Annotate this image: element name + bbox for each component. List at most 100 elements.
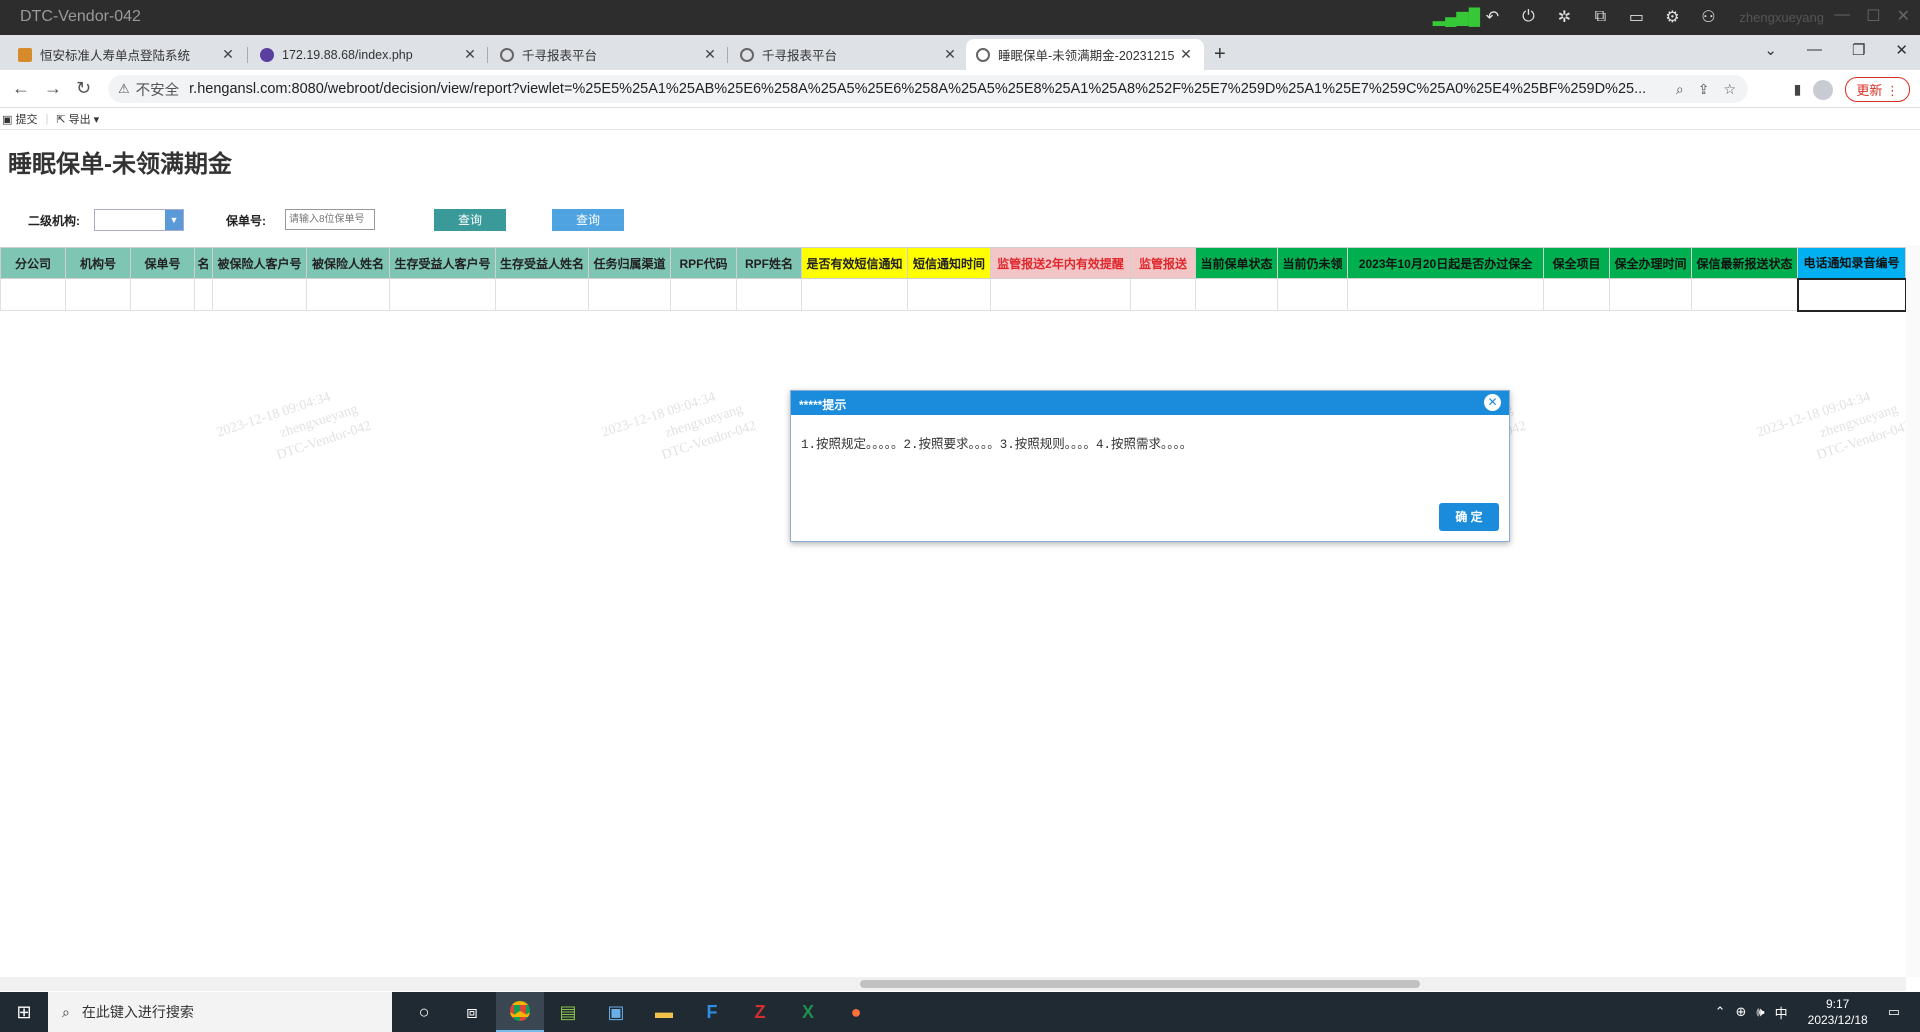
org-select[interactable]: ▼: [94, 209, 184, 231]
table-cell[interactable]: [65, 278, 131, 311]
undo-icon[interactable]: ↶: [1481, 7, 1503, 27]
ok-button[interactable]: 确 定: [1439, 503, 1499, 531]
table-cell[interactable]: [194, 278, 213, 311]
windows-start-icon[interactable]: ⊞: [0, 992, 48, 1032]
ime-indicator[interactable]: 中: [1775, 1003, 1788, 1022]
address-bar[interactable]: ⚠ 不安全 r.hengansl.com:8080/webroot/decisi…: [108, 75, 1748, 103]
taskbar-search[interactable]: ⌕ 在此键入进行搜索: [48, 992, 392, 1032]
table-cell[interactable]: [495, 278, 589, 311]
power-icon[interactable]: ⏻: [1517, 7, 1539, 27]
excel-icon[interactable]: X: [784, 992, 832, 1032]
user-share-icon[interactable]: ⚇: [1697, 7, 1719, 27]
submit-button[interactable]: ▣ 提交: [2, 111, 37, 127]
update-button[interactable]: 更新 ⋮: [1845, 77, 1910, 102]
tab-label: 千寻报表平台: [522, 49, 598, 63]
tab-sleep-policy[interactable]: 睡眠保单-未领满期金-20231215 ✕: [966, 39, 1204, 70]
table-cell[interactable]: [1130, 278, 1196, 311]
switch-icon[interactable]: ⧉: [1589, 7, 1611, 27]
tab-close-icon[interactable]: ✕: [220, 46, 236, 63]
maximize-icon[interactable]: ☐: [1866, 6, 1880, 26]
table-cell[interactable]: [588, 278, 671, 311]
tab-close-icon[interactable]: ✕: [702, 46, 718, 63]
clock-time: 9:17: [1825, 997, 1850, 1011]
reload-icon[interactable]: ↻: [76, 78, 91, 99]
query-button-secondary[interactable]: 查询: [552, 209, 624, 231]
tab-index-php[interactable]: 172.19.88.68/index.php ✕: [250, 39, 488, 70]
table-cell[interactable]: [130, 278, 195, 311]
tab-report-platform-1[interactable]: 千寻报表平台 ✕: [490, 39, 728, 70]
task-view-icon[interactable]: ⧈: [448, 992, 496, 1032]
tab-close-icon[interactable]: ✕: [1178, 46, 1194, 63]
chrome-icon[interactable]: [496, 992, 544, 1032]
tab-label: 千寻报表平台: [762, 49, 838, 63]
export-button[interactable]: ⇱ 导出 ▾: [56, 111, 99, 127]
profile-avatar-icon[interactable]: [1813, 79, 1834, 100]
tab-close-icon[interactable]: ✕: [462, 46, 478, 63]
tab-close-icon[interactable]: ✕: [942, 46, 958, 63]
table-cell[interactable]: [0, 278, 66, 311]
share-icon[interactable]: ⇪: [1698, 81, 1710, 98]
dialog-close-icon[interactable]: ✕: [1484, 394, 1501, 411]
col-header: RPF代码: [670, 247, 737, 279]
back-icon[interactable]: ←: [12, 78, 30, 99]
filezilla-icon[interactable]: Z: [736, 992, 784, 1032]
table-cell[interactable]: [736, 278, 802, 311]
zoom-icon[interactable]: ⌕: [1676, 81, 1684, 98]
side-panel-icon[interactable]: ▮: [1794, 81, 1802, 98]
tab-report-platform-2[interactable]: 千寻报表平台 ✕: [730, 39, 968, 70]
table-cell[interactable]: [990, 278, 1131, 311]
bookmark-star-icon[interactable]: ☆: [1723, 81, 1736, 98]
restore-icon[interactable]: ❐: [1852, 41, 1865, 59]
table-cell-selected[interactable]: [1796, 277, 1907, 312]
tab-search-icon[interactable]: ⌄: [1764, 41, 1777, 59]
volume-icon[interactable]: 🕪: [1756, 1004, 1764, 1020]
table-cell[interactable]: [801, 278, 908, 311]
scrollbar-thumb[interactable]: [860, 980, 1420, 988]
dialog-title: *****提示: [799, 398, 847, 412]
col-header: 是否有效短信通知: [801, 247, 908, 279]
policy-filter-label: 保单号:: [226, 214, 266, 228]
new-tab-button[interactable]: +: [1214, 43, 1226, 66]
fullscreen-icon[interactable]: ▭: [1625, 7, 1647, 27]
table-cell[interactable]: [1277, 278, 1348, 311]
table-cell[interactable]: [1195, 278, 1278, 311]
app-f-icon[interactable]: F: [688, 992, 736, 1032]
table-header-row: 分公司 机构号 保单号 名 被保险人客户号 被保险人姓名 生存受益人客户号 生存…: [0, 247, 1906, 279]
watermark: 2023-12-18 09:04:34zhengxueyangDTC-Vendo…: [214, 389, 374, 464]
table-cell[interactable]: [1347, 278, 1544, 311]
firefox-icon[interactable]: ●: [832, 992, 880, 1032]
horizontal-scrollbar[interactable]: [0, 977, 1906, 991]
close-icon[interactable]: ✕: [1897, 6, 1910, 26]
col-header: 保信最新报送状态: [1691, 247, 1798, 279]
tray-expand-icon[interactable]: ⌃: [1715, 1004, 1726, 1020]
remote-app-icon[interactable]: ▣: [592, 992, 640, 1032]
clock[interactable]: 9:17 2023/12/18: [1808, 996, 1868, 1028]
table-cell[interactable]: [212, 278, 307, 311]
minimize-icon[interactable]: —: [1807, 41, 1822, 59]
table-cell[interactable]: [389, 278, 496, 311]
table-cell[interactable]: [670, 278, 737, 311]
policy-number-input[interactable]: [285, 209, 375, 230]
warning-icon: ⚠: [118, 81, 130, 96]
file-explorer-icon[interactable]: ▬: [640, 992, 688, 1032]
table-cell[interactable]: [1691, 278, 1798, 311]
cortana-icon[interactable]: ○: [400, 992, 448, 1032]
minimize-icon[interactable]: —: [1834, 6, 1850, 26]
network-icon[interactable]: ⊕: [1736, 1004, 1747, 1020]
table-cell[interactable]: [1609, 278, 1692, 311]
notepad-app-icon[interactable]: ▤: [544, 992, 592, 1032]
query-button-primary[interactable]: 查询: [434, 209, 506, 231]
vertical-scrollbar[interactable]: [1906, 245, 1920, 977]
tab-sso[interactable]: 恒安标准人寿单点登陆系统 ✕: [8, 39, 246, 70]
chevron-down-icon[interactable]: ▼: [165, 210, 183, 230]
col-header: 电话通知录音编号: [1797, 247, 1906, 279]
table-cell[interactable]: [306, 278, 390, 311]
gear-icon[interactable]: ⚙: [1661, 7, 1683, 27]
table-cell[interactable]: [907, 278, 991, 311]
forward-icon[interactable]: →: [44, 78, 62, 99]
notification-icon[interactable]: ▭: [1888, 1004, 1900, 1020]
close-icon[interactable]: ✕: [1895, 41, 1908, 59]
settings-cog-icon[interactable]: ✲: [1553, 7, 1575, 27]
url-text[interactable]: r.hengansl.com:8080/webroot/decision/vie…: [189, 81, 1664, 97]
table-cell[interactable]: [1543, 278, 1610, 311]
